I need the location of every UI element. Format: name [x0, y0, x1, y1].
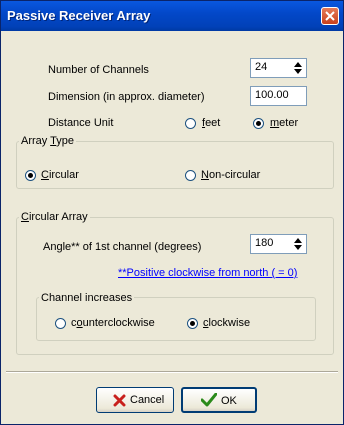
- angle-label: Angle** of 1st channel (degrees): [43, 241, 202, 253]
- cancel-label: Cancel: [130, 394, 165, 406]
- non-circular-label[interactable]: Non-circular: [201, 169, 260, 181]
- bottom-separator-highlight: [6, 372, 338, 373]
- channels-label: Number of Channels: [48, 64, 149, 76]
- check-icon: [201, 393, 217, 407]
- ok-label: OK: [221, 395, 237, 407]
- unit-meter-text: eter: [279, 117, 299, 129]
- counterclockwise-label[interactable]: counterclockwise: [71, 317, 155, 329]
- circular-label[interactable]: Circular: [41, 169, 79, 181]
- unit-feet-text: eet: [205, 117, 221, 129]
- spin-arrows-icon[interactable]: [290, 60, 306, 76]
- dimension-label: Dimension (in approx. diameter): [48, 91, 205, 103]
- close-button[interactable]: [321, 7, 339, 25]
- cancel-button[interactable]: Cancel: [96, 387, 174, 413]
- dimension-field[interactable]: 100.00: [250, 86, 307, 106]
- unit-label: Distance Unit: [48, 117, 114, 129]
- clockwise-radio[interactable]: [187, 318, 198, 329]
- array-type-group: [16, 141, 334, 189]
- close-icon: [325, 11, 335, 21]
- angle-value: 180: [255, 237, 274, 249]
- angle-note-link[interactable]: **Positive clockwise from north ( = 0): [118, 267, 297, 279]
- unit-feet-radio[interactable]: [185, 118, 196, 129]
- unit-meter-label[interactable]: meter: [270, 117, 298, 129]
- channels-value: 24: [255, 61, 268, 73]
- dimension-value: 100.00: [255, 89, 289, 101]
- dialog-window: Passive Receiver Array Number of Channel…: [0, 0, 344, 425]
- ok-button[interactable]: OK: [181, 387, 257, 413]
- array-type-title: Array Type: [19, 135, 77, 147]
- angle-stepper[interactable]: 180: [250, 234, 307, 254]
- dialog-body: Number of Channels 24 Dimension (in appr…: [6, 31, 338, 421]
- counterclockwise-radio[interactable]: [55, 318, 66, 329]
- unit-feet-label[interactable]: feet: [202, 117, 220, 129]
- title-bar[interactable]: Passive Receiver Array: [1, 1, 343, 31]
- window-title: Passive Receiver Array: [7, 8, 151, 23]
- channels-stepper[interactable]: 24: [250, 58, 307, 78]
- circular-array-title: Circular Array: [19, 211, 90, 223]
- channel-increases-title: Channel increases: [39, 292, 135, 304]
- non-circular-radio[interactable]: [185, 170, 196, 181]
- unit-meter-radio[interactable]: [253, 118, 264, 129]
- spin-arrows-icon[interactable]: [290, 236, 306, 252]
- clockwise-label[interactable]: clockwise: [203, 317, 250, 329]
- circular-radio[interactable]: [25, 170, 36, 181]
- x-icon: [113, 394, 126, 407]
